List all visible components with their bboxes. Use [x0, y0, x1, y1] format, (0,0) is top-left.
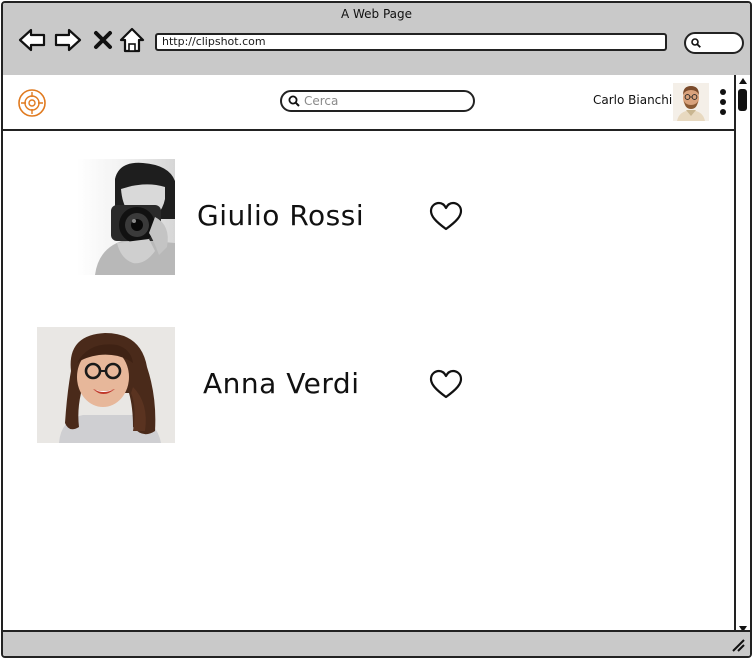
address-bar[interactable]: http://clipshot.com	[155, 33, 667, 51]
search-bar	[280, 90, 475, 112]
close-icon[interactable]	[91, 25, 115, 55]
site-header: Carlo Bianchi	[3, 75, 736, 131]
heart-outline-icon[interactable]	[429, 201, 463, 233]
window-title: A Web Page	[340, 7, 413, 21]
person-name: Giulio Rossi	[197, 199, 365, 232]
list-item: Giulio Rossi	[37, 159, 477, 279]
status-bar	[3, 630, 750, 656]
browser-chrome: A Web Page http://clipshot.com	[3, 3, 750, 77]
user-name[interactable]: Carlo Bianchi	[593, 93, 672, 107]
search-icon[interactable]	[288, 95, 300, 107]
person-photo	[37, 159, 175, 275]
home-icon[interactable]	[118, 25, 146, 55]
person-photo	[37, 327, 175, 443]
vertical-scrollbar[interactable]	[734, 75, 750, 635]
resize-grip-icon[interactable]	[730, 637, 746, 653]
target-logo-icon[interactable]	[17, 88, 47, 118]
browser-window: A Web Page http://clipshot.com Cerca Car…	[1, 1, 752, 658]
search-input[interactable]	[304, 94, 454, 108]
person-name: Anna Verdi	[203, 367, 360, 400]
scroll-up-arrow-icon[interactable]	[737, 76, 749, 86]
avatar[interactable]	[673, 83, 709, 121]
kebab-menu-icon[interactable]	[719, 89, 727, 119]
list-item: Anna Verdi	[37, 327, 477, 447]
forward-arrow-icon[interactable]	[53, 25, 83, 55]
heart-outline-icon[interactable]	[429, 369, 463, 401]
back-arrow-icon[interactable]	[17, 25, 47, 55]
scroll-thumb[interactable]	[738, 89, 747, 111]
search-icon	[691, 38, 701, 48]
browser-search-field[interactable]	[684, 32, 744, 54]
people-list: Giulio Rossi Anna Verdi	[3, 131, 736, 633]
